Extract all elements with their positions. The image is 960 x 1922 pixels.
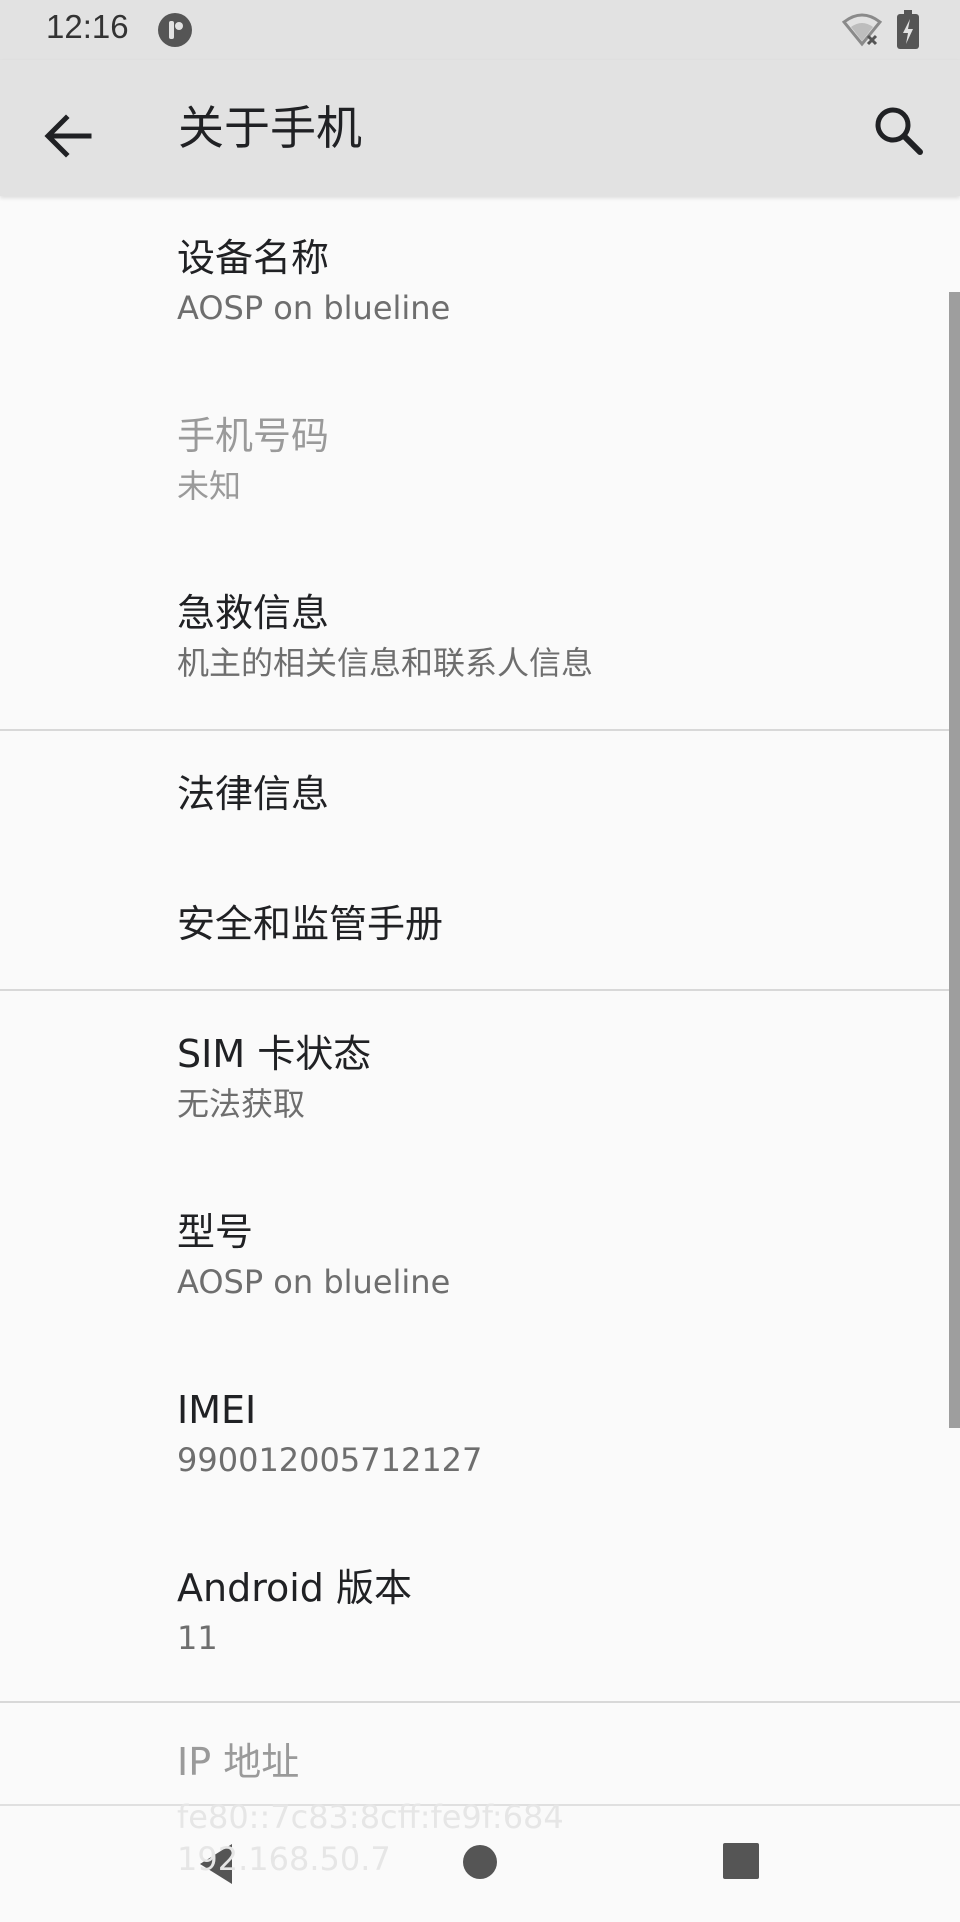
search-icon — [875, 107, 923, 155]
page-title: 关于手机 — [178, 101, 362, 155]
item-summary: AOSP on blueline — [177, 289, 451, 327]
back-button[interactable] — [28, 96, 108, 176]
list-item-safety-manual[interactable]: 安全和监管手册 — [0, 862, 950, 988]
settings-list[interactable]: 设备名称 AOSP on blueline 手机号码 未知 急救信息 机主的相关… — [0, 196, 960, 1804]
item-summary: AOSP on blueline — [177, 1263, 451, 1301]
item-summary: 990012005712127 — [177, 1441, 483, 1479]
wifi-off-icon — [842, 13, 882, 47]
item-title: 急救信息 — [177, 591, 330, 635]
scrollbar[interactable] — [949, 292, 960, 1428]
item-title: 法律信息 — [177, 772, 330, 816]
status-bar: 12:16 — [0, 0, 960, 60]
divider — [0, 729, 960, 731]
list-item-emergency-info[interactable]: 急救信息 机主的相关信息和联系人信息 — [0, 552, 950, 726]
item-summary: 机主的相关信息和联系人信息 — [177, 644, 594, 682]
status-time: 12:16 — [46, 8, 129, 45]
battery-charging-icon — [897, 10, 919, 49]
item-title: 手机号码 — [177, 414, 330, 458]
item-summary: 11 — [177, 1619, 218, 1657]
list-item-sim-status[interactable]: SIM 卡状态 无法获取 — [0, 992, 950, 1170]
list-item-imei[interactable]: IMEI 990012005712127 — [0, 1348, 950, 1526]
nav-recents-icon[interactable] — [718, 1838, 764, 1884]
list-item-android-version[interactable]: Android 版本 11 — [0, 1526, 950, 1700]
item-title: 安全和监管手册 — [177, 902, 444, 946]
item-title: 型号 — [177, 1210, 254, 1254]
divider — [0, 989, 960, 991]
arrow-back-icon — [44, 114, 92, 158]
item-title: SIM 卡状态 — [177, 1032, 372, 1076]
item-title: Android 版本 — [177, 1566, 412, 1610]
app-bar: 关于手机 — [0, 60, 960, 196]
ip-address-line-2: 192.168.50.7 — [177, 1840, 391, 1878]
nav-home-icon[interactable] — [454, 1836, 506, 1888]
list-item-ip-address: IP 地址 — [0, 1704, 950, 1804]
app-notification-icon — [158, 13, 192, 47]
item-summary: 无法获取 — [177, 1085, 306, 1123]
divider — [0, 1701, 960, 1703]
list-item-model[interactable]: 型号 AOSP on blueline — [0, 1170, 950, 1348]
item-title: 设备名称 — [177, 236, 330, 280]
list-item-legal-info[interactable]: 法律信息 — [0, 732, 950, 862]
item-summary: 未知 — [177, 467, 242, 505]
item-title: IP 地址 — [177, 1740, 300, 1784]
item-title: IMEI — [177, 1388, 257, 1432]
search-button[interactable] — [864, 96, 936, 168]
list-item-phone-number: 手机号码 未知 — [0, 374, 950, 552]
list-item-device-name[interactable]: 设备名称 AOSP on blueline — [0, 196, 950, 374]
ip-address-line-1: fe80::7c83:8cff:fe9f:684 — [177, 1798, 564, 1836]
